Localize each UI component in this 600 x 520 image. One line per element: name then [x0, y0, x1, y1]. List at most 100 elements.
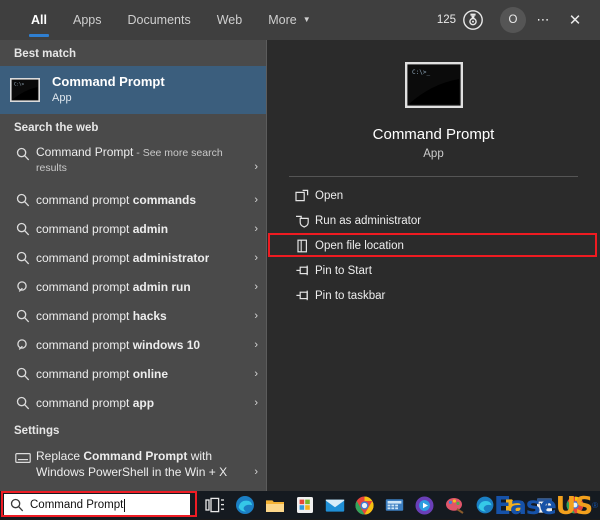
watermark-registered-mark: ® — [592, 501, 598, 510]
web-result-5[interactable]: command prompt hacks › — [0, 301, 266, 330]
action-pin-to-taskbar[interactable]: Pin to taskbar — [267, 283, 600, 308]
avatar[interactable]: O — [500, 7, 526, 33]
rewards-button[interactable]: 125 — [431, 9, 490, 31]
preview-hero: C:\>_ Command Prompt App — [267, 40, 600, 160]
search-the-web-header: Search the web — [0, 114, 266, 140]
chevron-down-icon: ▼ — [303, 16, 311, 24]
command-prompt-icon: C:\> — [10, 78, 40, 102]
tab-apps-label: Apps — [73, 13, 102, 27]
action-pin-to-start-label: Pin to Start — [315, 265, 372, 277]
folder-yellow-icon[interactable] — [504, 495, 525, 516]
action-open-file-location[interactable]: Open file location — [267, 233, 600, 258]
chevron-right-icon: › — [248, 161, 258, 173]
tab-more[interactable]: More ▼ — [255, 0, 323, 40]
search-header: All Apps Documents Web More ▼ 125 — [0, 0, 600, 40]
action-pin-to-taskbar-label: Pin to taskbar — [315, 290, 385, 302]
folder-open-icon — [289, 239, 315, 253]
command-prompt-icon: C:\>_ — [405, 62, 463, 108]
web-result-2-label: command prompt admin — [36, 222, 168, 236]
web-result-4-prefix: command prompt — [36, 280, 133, 294]
action-run-as-administrator[interactable]: Run as administrator — [267, 208, 600, 233]
search-icon — [10, 338, 36, 352]
chrome-secondary-icon[interactable] — [564, 495, 585, 516]
web-result-6-suffix: windows 10 — [133, 338, 200, 352]
task-view-icon[interactable] — [204, 495, 225, 516]
settings-result-0-bold: Command Prompt — [83, 449, 187, 463]
header-right-cluster: 125 O ⋯ ✕ — [431, 5, 600, 35]
microsoft-store-icon[interactable] — [294, 495, 315, 516]
tab-all[interactable]: All — [18, 0, 60, 40]
web-result-0[interactable]: Command Prompt - See more search results… — [0, 140, 266, 185]
search-icon — [10, 280, 36, 294]
file-explorer-icon[interactable] — [264, 495, 285, 516]
web-result-1[interactable]: command prompt commands › — [0, 185, 266, 214]
search-icon — [4, 498, 30, 512]
chevron-right-icon: › — [248, 466, 258, 478]
web-result-4-label: command prompt admin run — [36, 280, 191, 294]
search-icon — [10, 396, 36, 410]
web-result-7-suffix: online — [133, 367, 168, 381]
search-icon — [10, 309, 36, 323]
web-result-4[interactable]: command prompt admin run › — [0, 272, 266, 301]
web-result-3-label: command prompt administrator — [36, 251, 209, 265]
web-result-6-prefix: command prompt — [36, 338, 133, 352]
search-body: Best match C:\> Command Prompt App — [0, 40, 600, 491]
chevron-right-icon: › — [248, 310, 258, 322]
edge-browser-icon[interactable] — [234, 495, 255, 516]
settings-result-0[interactable]: Replace Command Prompt with Windows Powe… — [0, 443, 266, 489]
web-result-8[interactable]: command prompt app › — [0, 388, 266, 417]
chevron-right-icon: › — [248, 368, 258, 380]
text-cursor — [124, 499, 125, 512]
rewards-count: 125 — [437, 14, 456, 26]
search-icon — [10, 251, 36, 265]
tab-documents[interactable]: Documents — [114, 0, 203, 40]
filter-tabs: All Apps Documents Web More ▼ — [0, 0, 324, 40]
action-open[interactable]: Open — [267, 183, 600, 208]
ellipsis-icon[interactable]: ⋯ — [528, 5, 558, 35]
mail-icon[interactable] — [324, 495, 345, 516]
web-result-5-label: command prompt hacks — [36, 309, 167, 323]
paint-icon[interactable] — [444, 495, 465, 516]
web-result-7[interactable]: command prompt online › — [0, 359, 266, 388]
web-result-6-label: command prompt windows 10 — [36, 338, 200, 352]
web-result-1-suffix: commands — [133, 193, 196, 207]
tab-documents-label: Documents — [127, 13, 190, 27]
web-result-2-prefix: command prompt — [36, 222, 133, 236]
web-result-2[interactable]: command prompt admin › — [0, 214, 266, 243]
web-result-1-label: command prompt commands — [36, 193, 196, 207]
media-player-icon[interactable] — [414, 495, 435, 516]
search-icon — [10, 145, 36, 163]
tab-all-label: All — [31, 13, 47, 27]
best-match-title: Command Prompt — [52, 75, 165, 90]
calculator-icon[interactable] — [384, 495, 405, 516]
chevron-right-icon: › — [248, 252, 258, 264]
best-match-result[interactable]: C:\> Command Prompt App — [0, 66, 266, 114]
web-result-3[interactable]: command prompt administrator › — [0, 243, 266, 272]
avatar-letter: O — [509, 14, 518, 26]
web-result-1-prefix: command prompt — [36, 193, 133, 207]
tab-apps[interactable]: Apps — [60, 0, 115, 40]
edge-secondary-icon[interactable] — [474, 495, 495, 516]
taskbar-search-box[interactable]: Command Prompt — [4, 494, 190, 516]
action-run-as-admin-wrapper: Run as administrator — [267, 208, 600, 233]
word-icon[interactable]: W — [534, 495, 555, 516]
web-result-8-label: command prompt app — [36, 396, 154, 410]
web-result-0-prefix: Command Prompt — [36, 145, 133, 159]
tab-web[interactable]: Web — [204, 0, 255, 40]
search-icon — [10, 222, 36, 236]
settings-result-0-pre: Replace — [36, 449, 83, 463]
svg-text:W: W — [539, 502, 549, 512]
close-icon[interactable]: ✕ — [560, 5, 590, 35]
web-result-0-label: Command Prompt - See more search results — [36, 145, 232, 175]
web-result-5-prefix: command prompt — [36, 309, 133, 323]
tab-web-label: Web — [217, 13, 242, 27]
search-input[interactable]: Command Prompt — [30, 499, 123, 511]
action-pin-to-start[interactable]: Pin to Start — [267, 258, 600, 283]
chrome-browser-icon[interactable] — [354, 495, 375, 516]
web-result-6[interactable]: command prompt windows 10 › — [0, 330, 266, 359]
web-result-8-suffix: app — [133, 396, 154, 410]
chevron-right-icon: › — [248, 194, 258, 206]
preview-title: Command Prompt — [373, 126, 495, 143]
web-result-7-label: command prompt online — [36, 367, 168, 381]
windows-search-screen: All Apps Documents Web More ▼ 125 — [0, 0, 600, 519]
